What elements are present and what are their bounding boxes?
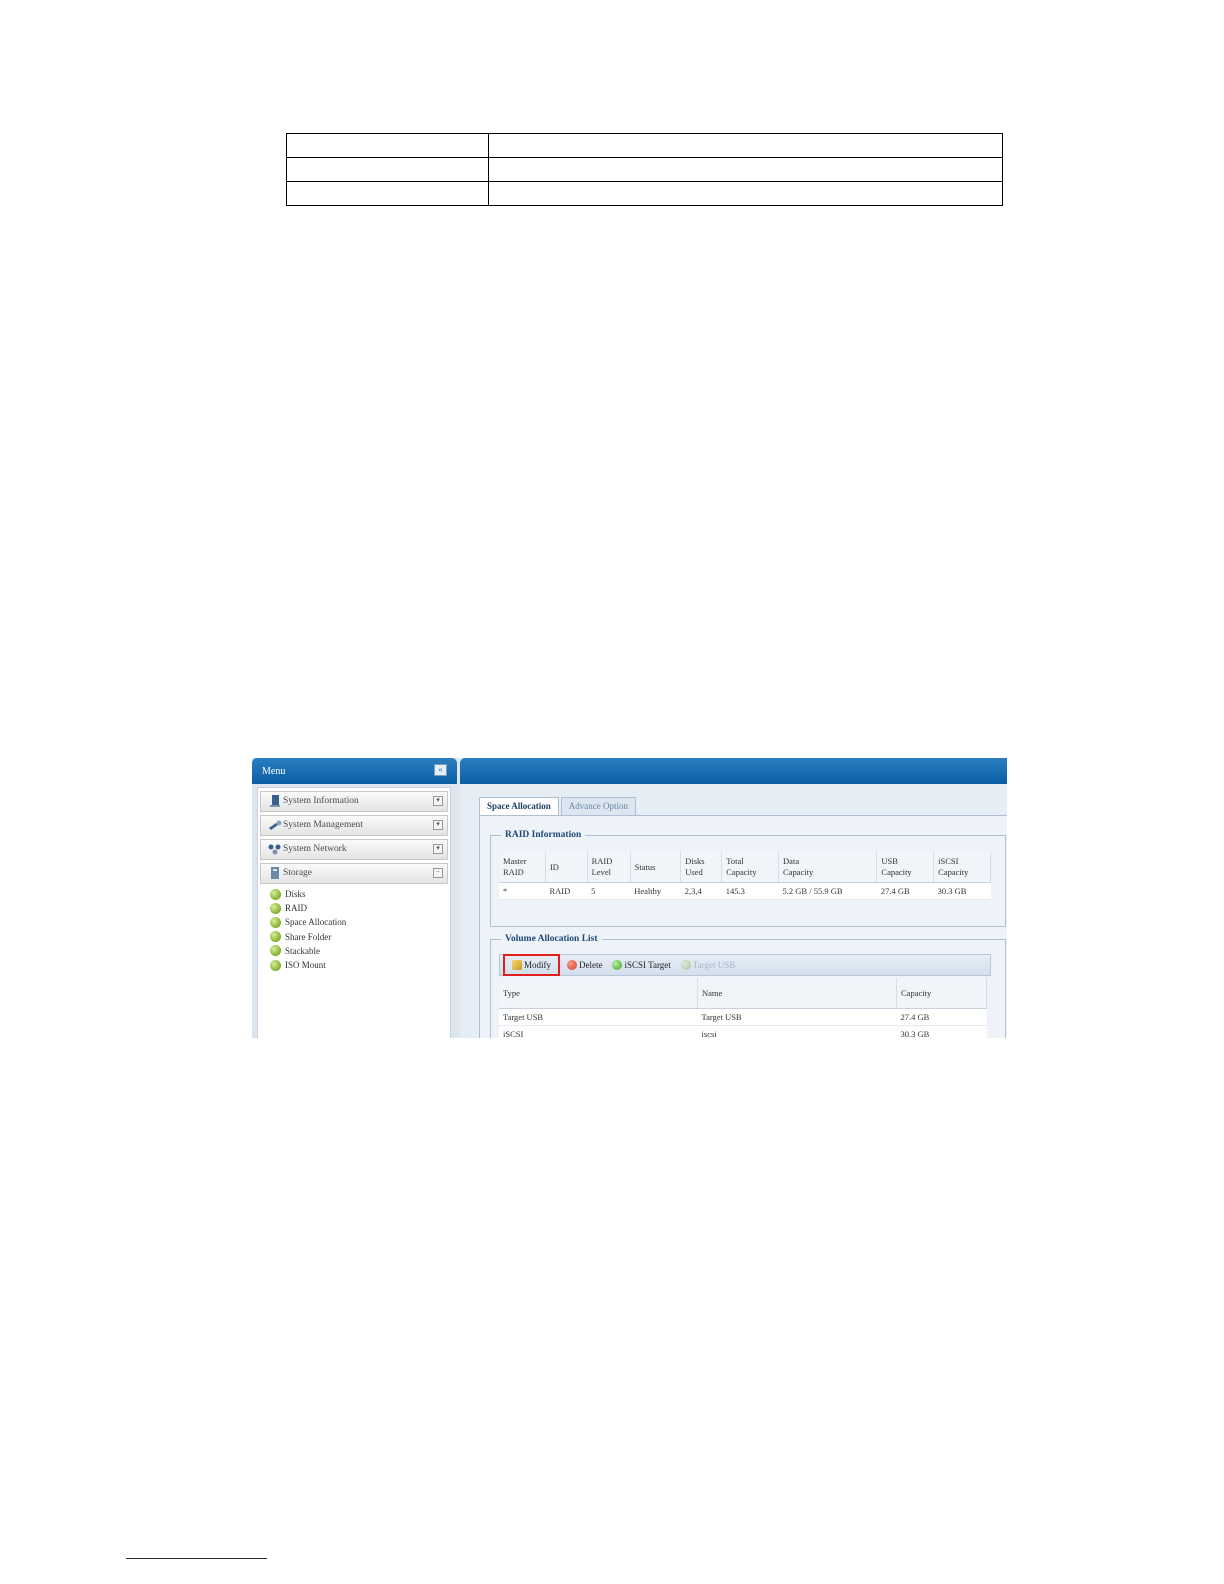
tab-space-allocation[interactable]: Space Allocation [479,797,559,815]
table-row[interactable]: * RAID 5 Healthy 2,3,4 145.3 5.2 GB / 55… [499,882,991,900]
sidebar-item-space-allocation[interactable]: Space Allocation [270,915,450,929]
menu-group-system-management[interactable]: System Management ▾ [260,815,448,836]
column-header[interactable]: ID [545,852,588,883]
volume-allocation-section: Volume Allocation List Modify Delete iSC… [490,934,1006,1038]
collapse-icon[interactable]: « [434,764,447,776]
collapse-group-icon[interactable]: − [433,868,443,878]
modify-button[interactable]: Modify [503,954,560,976]
tab-content: RAID Information Master RAID ID RAID Level… [479,815,1007,1038]
expand-icon[interactable]: ▾ [433,844,443,854]
add-icon [680,960,691,970]
menu-body: System Information ▾ System Management ▾… [257,787,451,1038]
panel-header [460,758,1007,784]
table-header-row: Type Name Capacity [499,978,987,1009]
column-header[interactable]: Master RAID [499,852,546,883]
raid-table: Master RAID ID RAID Level Status Disks Used… [499,852,991,900]
sidebar-item-disks[interactable]: Disks [270,887,450,901]
volume-table: Type Name Capacity Target USB Target USB… [499,978,987,1038]
nas-admin-screenshot: Menu « System Information ▾ System Manag… [252,758,1007,1038]
menu-header: Menu « [252,758,457,784]
expand-icon[interactable]: ▾ [433,796,443,806]
column-header[interactable]: iSCSI Capacity [933,852,991,883]
raid-icon [270,902,281,914]
document-table [286,133,1003,206]
stackable-icon [270,945,281,957]
tab-bar: Space Allocation Advance Option [479,797,638,815]
sidebar-item-share-folder[interactable]: Share Folder [270,930,450,944]
iscsi-target-button[interactable]: iSCSI Target [612,957,671,973]
column-header[interactable]: Disks Used [680,852,723,883]
column-header[interactable]: Total Capacity [721,852,780,883]
iso-mount-icon [270,959,281,971]
volume-toolbar: Modify Delete iSCSI Target Target USB [499,954,991,976]
sidebar-item-raid[interactable]: RAID [270,901,450,915]
disk-icon [270,888,281,900]
table-row [286,133,1003,158]
section-title: RAID Information [505,830,582,840]
column-header[interactable]: Capacity [896,978,987,1009]
column-header[interactable]: USB Capacity [876,852,935,883]
column-header[interactable]: Status [630,852,682,883]
storage-submenu: Disks RAID Space Allocation Share Folder… [258,887,450,972]
main-panel: Space Allocation Advance Option RAID Inf… [460,758,1007,1038]
column-header[interactable]: RAID Level [587,852,631,883]
system-network-icon [268,844,281,855]
delete-icon [567,960,577,970]
menu-group-system-information[interactable]: System Information ▾ [260,791,448,812]
table-header-row: Master RAID ID RAID Level Status Disks Used… [499,852,991,883]
raid-information-section: RAID Information Master RAID ID RAID Level… [490,830,1006,927]
menu-group-system-network[interactable]: System Network ▾ [260,839,448,860]
delete-button[interactable]: Delete [567,957,602,973]
sidebar-menu: Menu « System Information ▾ System Manag… [252,758,457,1038]
section-title: Volume Allocation List [505,934,598,944]
menu-title: Menu [262,766,286,777]
menu-group-storage[interactable]: Storage − [260,863,448,884]
sidebar-item-iso-mount[interactable]: ISO Mount [270,958,450,972]
storage-icon [271,867,279,879]
footnote-divider [126,1558,267,1559]
column-header[interactable]: Name [697,978,897,1009]
system-information-icon [270,795,280,807]
tab-advance-option[interactable]: Advance Option [560,797,636,815]
column-header[interactable]: Data Capacity [778,852,878,883]
table-row[interactable]: Target USB Target USB 27.4 GB [499,1008,987,1026]
table-row[interactable]: iSCSI iscsi 30.3 GB [499,1025,987,1038]
modify-icon [512,960,522,970]
target-usb-button[interactable]: Target USB [680,957,735,973]
space-allocation-icon [270,916,281,928]
system-management-icon [269,820,282,830]
share-folder-icon [270,931,281,943]
expand-icon[interactable]: ▾ [433,820,443,830]
table-row [286,181,1003,206]
column-header[interactable]: Type [499,978,698,1009]
add-icon [612,960,623,970]
sidebar-item-stackable[interactable]: Stackable [270,944,450,958]
table-row [286,157,1003,182]
